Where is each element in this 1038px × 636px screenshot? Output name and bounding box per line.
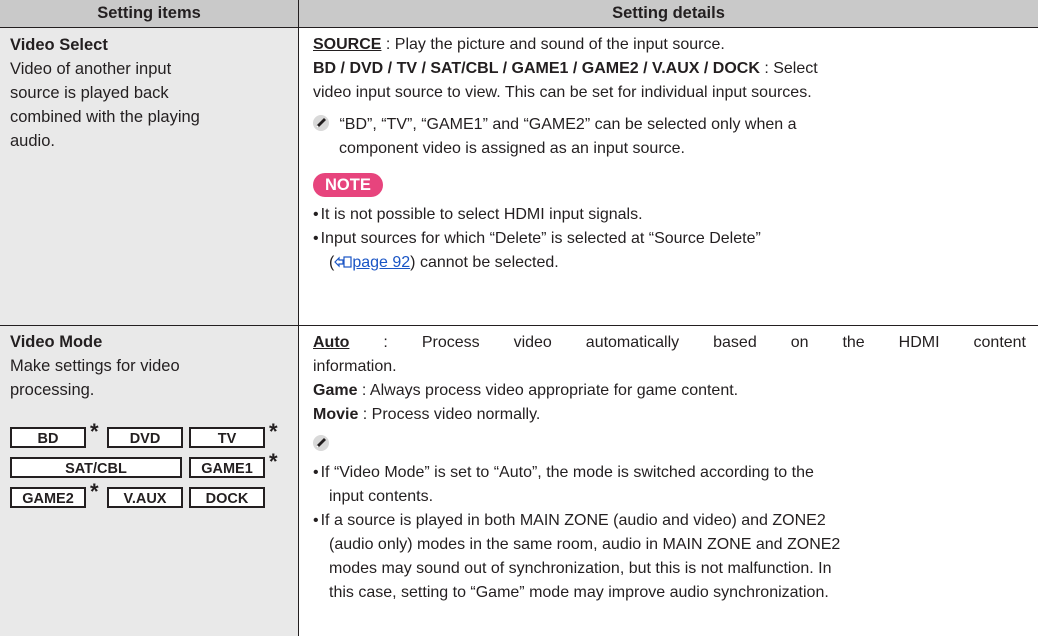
badge-dvd: DVD	[107, 427, 183, 448]
note-paren-close: ) cannot be selected.	[410, 254, 559, 271]
page-92-link[interactable]: page 92	[352, 254, 410, 271]
inputs-option: BD / DVD / TV / SAT/CBL / GAME1 / GAME2 …	[313, 57, 1026, 81]
source-option: SOURCE : Play the picture and sound of t…	[313, 33, 1026, 57]
auto-text-1: : Process video automatically based on t…	[349, 334, 1026, 351]
inputs-text: : Select	[759, 60, 818, 77]
game-label: Game	[313, 382, 358, 399]
auto-label: Auto	[313, 334, 350, 351]
badge-game1: GAME1	[189, 457, 265, 478]
tip-2-item-2: If a source is played in both MAIN ZONE …	[313, 509, 1026, 533]
badge-v-aux: V.AUX	[107, 487, 183, 508]
pencil-icon	[313, 115, 329, 131]
badge-bd: BD	[10, 427, 86, 448]
tip-2-item-2-line-2: (audio only) modes in the same room, aud…	[329, 536, 841, 553]
badge-tv: TV	[189, 427, 265, 448]
tip-1-line-1: “BD”, “TV”, “GAME1” and “GAME2” can be s…	[339, 116, 797, 133]
tip-1-line-2: component video is assigned as an input …	[339, 140, 685, 157]
row-divider	[0, 325, 1038, 326]
movie-text: : Process video normally.	[358, 406, 541, 423]
tip-2-item-1-line-1: If “Video Mode” is set to “Auto”, the mo…	[320, 464, 814, 481]
video-mode-details: Auto : Process video automatically based…	[313, 331, 1026, 605]
note-item-1-text: It is not possible to select HDMI input …	[320, 206, 643, 223]
source-text: : Play the picture and sound of the inpu…	[381, 36, 725, 53]
pencil-icon	[313, 435, 329, 451]
tip-2-header	[313, 433, 1026, 457]
source-label: SOURCE	[313, 36, 382, 53]
game-text: : Always process video appropriate for g…	[357, 382, 739, 399]
video-select-details: SOURCE : Play the picture and sound of t…	[313, 33, 1026, 275]
game-option: Game : Always process video appropriate …	[313, 379, 1026, 403]
tip-2-item-1: If “Video Mode” is set to “Auto”, the mo…	[313, 461, 1026, 485]
note-item-1: It is not possible to select HDMI input …	[313, 203, 1026, 227]
note-item-2-line-1: Input sources for which “Delete” is sele…	[320, 230, 761, 247]
star-game2: *	[90, 479, 99, 504]
inputs-text-2: video input source to view. This can be …	[313, 84, 812, 101]
star-bd: *	[90, 419, 99, 444]
badge-sat-cbl: SAT/CBL	[10, 457, 182, 478]
tip-2-item-2-line-1: If a source is played in both MAIN ZONE …	[320, 512, 826, 529]
tip-2-item-2-line-4: this case, setting to “Game” mode may im…	[329, 584, 829, 601]
auto-option: Auto : Process video automatically based…	[313, 331, 1026, 355]
movie-option: Movie : Process video normally.	[313, 403, 1026, 427]
header-divider	[0, 27, 1038, 28]
note-item-2-line-2: (page 92) cannot be selected.	[313, 251, 1026, 275]
tip-2-item-2-line-3: modes may sound out of synchronization, …	[329, 560, 832, 577]
header-setting-details: Setting details	[299, 0, 1038, 27]
header-setting-items: Setting items	[0, 0, 298, 27]
star-tv: *	[269, 419, 278, 444]
tip-1: “BD”, “TV”, “GAME1” and “GAME2” can be s…	[313, 113, 1026, 137]
tip-2-item-1-line-2: input contents.	[329, 488, 434, 505]
badge-game2: GAME2	[10, 487, 86, 508]
auto-text-2: information.	[313, 358, 397, 375]
source-badges: BD * DVD TV * SAT/CBL GAME1 * GAME2 * V.…	[10, 413, 295, 523]
badge-dock: DOCK	[189, 487, 265, 508]
star-game1: *	[269, 449, 278, 474]
note-label: NOTE	[313, 173, 383, 197]
movie-label: Movie	[313, 406, 359, 423]
inputs-label: BD / DVD / TV / SAT/CBL / GAME1 / GAME2 …	[313, 60, 760, 77]
page-reference-icon	[334, 252, 352, 268]
note-badge: NOTE	[313, 173, 1026, 197]
note-item-2: Input sources for which “Delete” is sele…	[313, 227, 1026, 251]
